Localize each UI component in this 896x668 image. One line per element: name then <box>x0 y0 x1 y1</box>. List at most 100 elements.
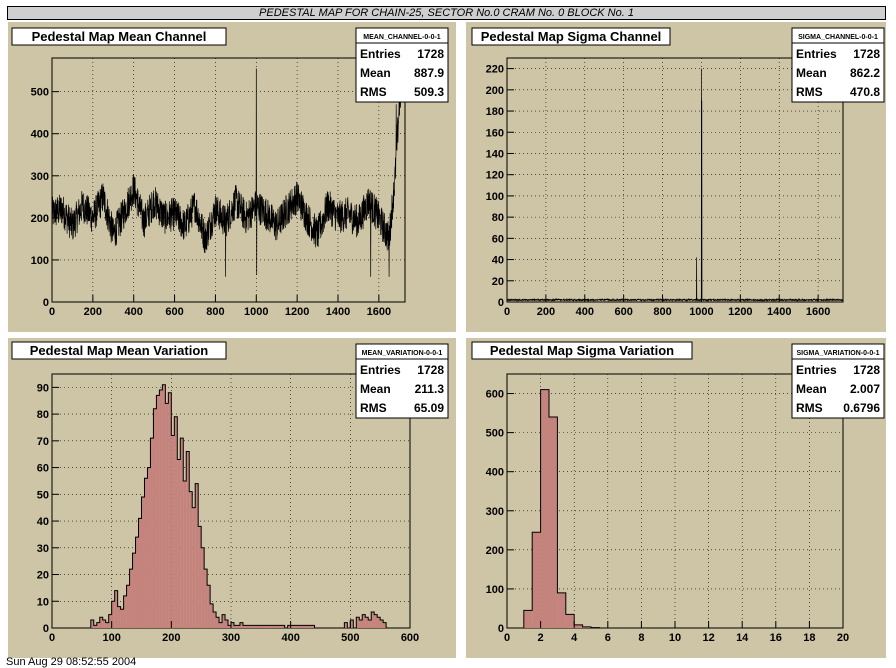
stats-value: 470.8 <box>850 85 880 99</box>
x-tick-label: 4 <box>571 632 578 644</box>
histogram-bar <box>557 592 566 628</box>
histogram-bar <box>162 384 166 628</box>
y-tick-label: 100 <box>486 584 504 596</box>
chart-title: Pedestal Map Mean Variation <box>30 343 209 358</box>
x-tick-label: 400 <box>281 632 299 644</box>
stats-value: 862.2 <box>850 66 880 80</box>
histogram-bar <box>144 478 148 628</box>
stats-name: SIGMA_VARIATION-0-0-1 <box>797 350 880 357</box>
histogram-bar <box>159 390 163 628</box>
stats-label: RMS <box>360 401 387 415</box>
y-tick-label: 200 <box>31 213 49 225</box>
y-tick-label: 220 <box>486 64 504 76</box>
x-tick-label: 2 <box>538 632 544 644</box>
chart-panel-3: 0 100 200 300 400 500 600 0 10 20 30 40 50 60 70 80 90 Pe… <box>8 338 456 658</box>
histogram-bar <box>219 622 223 628</box>
histogram-bar <box>156 395 160 628</box>
y-tick-label: 120 <box>486 170 504 182</box>
x-tick-label: 16 <box>770 632 782 644</box>
stats-label: Entries <box>360 363 401 377</box>
y-tick-label: 30 <box>37 543 49 555</box>
stats-label: Mean <box>360 382 391 396</box>
x-tick-label: 1000 <box>244 306 268 318</box>
x-tick-label: 0 <box>49 632 55 644</box>
stats-label: RMS <box>796 85 823 99</box>
chart-panel-4: 0 2 4 6 8 10 12 14 16 18 200100200300400500600Pede… <box>466 338 886 658</box>
y-tick-label: 40 <box>492 255 504 267</box>
histogram-bar <box>105 622 109 628</box>
stats-label: RMS <box>796 401 823 415</box>
x-tick-label: 1400 <box>767 306 791 318</box>
x-tick-label: 200 <box>162 632 180 644</box>
x-tick-label: 1200 <box>728 306 752 318</box>
stats-value: 1728 <box>853 47 880 61</box>
stats-value: 509.3 <box>414 85 444 99</box>
timestamp-footer: Sun Aug 29 08:52:55 2004 <box>6 656 137 668</box>
stats-value: 2.007 <box>850 382 880 396</box>
histogram-bar <box>189 491 193 628</box>
x-tick-label: 1400 <box>326 306 350 318</box>
x-tick-label: 600 <box>165 306 183 318</box>
chart-canvas: 0 200 400 600 800 1000 1200 1400 1600 0 100 200 300 4… <box>0 0 896 668</box>
x-tick-label: 14 <box>736 632 749 644</box>
x-tick-label: 1000 <box>689 306 713 318</box>
x-tick-label: 800 <box>206 306 224 318</box>
x-tick-label: 200 <box>537 306 555 318</box>
x-tick-label: 600 <box>401 632 419 644</box>
x-tick-label: 1600 <box>367 306 391 318</box>
x-tick-label: 400 <box>125 306 143 318</box>
histogram-bar <box>532 532 541 628</box>
y-tick-label: 400 <box>31 129 49 141</box>
x-tick-label: 0 <box>504 306 510 318</box>
y-tick-label: 0 <box>498 623 504 635</box>
y-tick-label: 60 <box>37 463 49 475</box>
y-tick-label: 20 <box>37 570 49 582</box>
x-tick-label: 800 <box>653 306 671 318</box>
stats-value: 65.09 <box>414 401 444 415</box>
stats-label: Mean <box>796 66 827 80</box>
stats-label: Mean <box>796 382 827 396</box>
stats-value: 1728 <box>417 363 444 377</box>
histogram-bar <box>177 459 181 628</box>
y-tick-label: 90 <box>37 382 49 394</box>
x-tick-label: 1600 <box>806 306 830 318</box>
histogram-bar <box>183 480 187 628</box>
stats-label: RMS <box>360 85 387 99</box>
y-tick-label: 600 <box>486 389 504 401</box>
histogram-bar <box>120 609 124 628</box>
x-tick-label: 8 <box>638 632 644 644</box>
x-tick-label: 600 <box>614 306 632 318</box>
y-tick-label: 0 <box>43 623 49 635</box>
stats-label: Mean <box>360 66 391 80</box>
x-tick-label: 20 <box>837 632 849 644</box>
y-tick-label: 10 <box>37 596 49 608</box>
histogram-bar <box>565 614 575 628</box>
stats-label: Entries <box>796 47 837 61</box>
histogram-bar <box>147 467 151 628</box>
chart-panel-1: 0 200 400 600 800 1000 1200 1400 1600 0 100 200 300 4… <box>8 22 456 332</box>
y-tick-label: 500 <box>486 428 504 440</box>
stats-name: MEAN_CHANNEL-0-0-1 <box>363 34 441 41</box>
histogram-bar <box>523 610 533 628</box>
y-tick-label: 180 <box>486 106 504 118</box>
y-tick-label: 160 <box>486 127 504 139</box>
histogram-bar <box>359 619 363 628</box>
x-tick-label: 500 <box>341 632 359 644</box>
histogram-bar <box>192 507 196 628</box>
x-tick-label: 10 <box>669 632 681 644</box>
histogram-bar <box>171 435 175 628</box>
histogram-bar <box>165 403 169 628</box>
chart-title: Pedestal Map Mean Channel <box>32 29 207 44</box>
histogram-bar <box>117 606 121 628</box>
y-tick-label: 0 <box>43 297 49 309</box>
x-tick-label: 0 <box>504 632 510 644</box>
y-tick-label: 70 <box>37 436 49 448</box>
x-tick-label: 18 <box>803 632 815 644</box>
y-tick-label: 60 <box>492 233 504 245</box>
y-tick-label: 0 <box>498 297 504 309</box>
x-tick-label: 1200 <box>285 306 309 318</box>
y-tick-label: 80 <box>37 409 49 421</box>
y-tick-label: 80 <box>492 212 504 224</box>
chart-panel-2: 0 200 400 600 800 1000 1200 1400 1600 0 20 40 60 80 10… <box>466 22 886 332</box>
y-tick-label: 40 <box>37 516 49 528</box>
